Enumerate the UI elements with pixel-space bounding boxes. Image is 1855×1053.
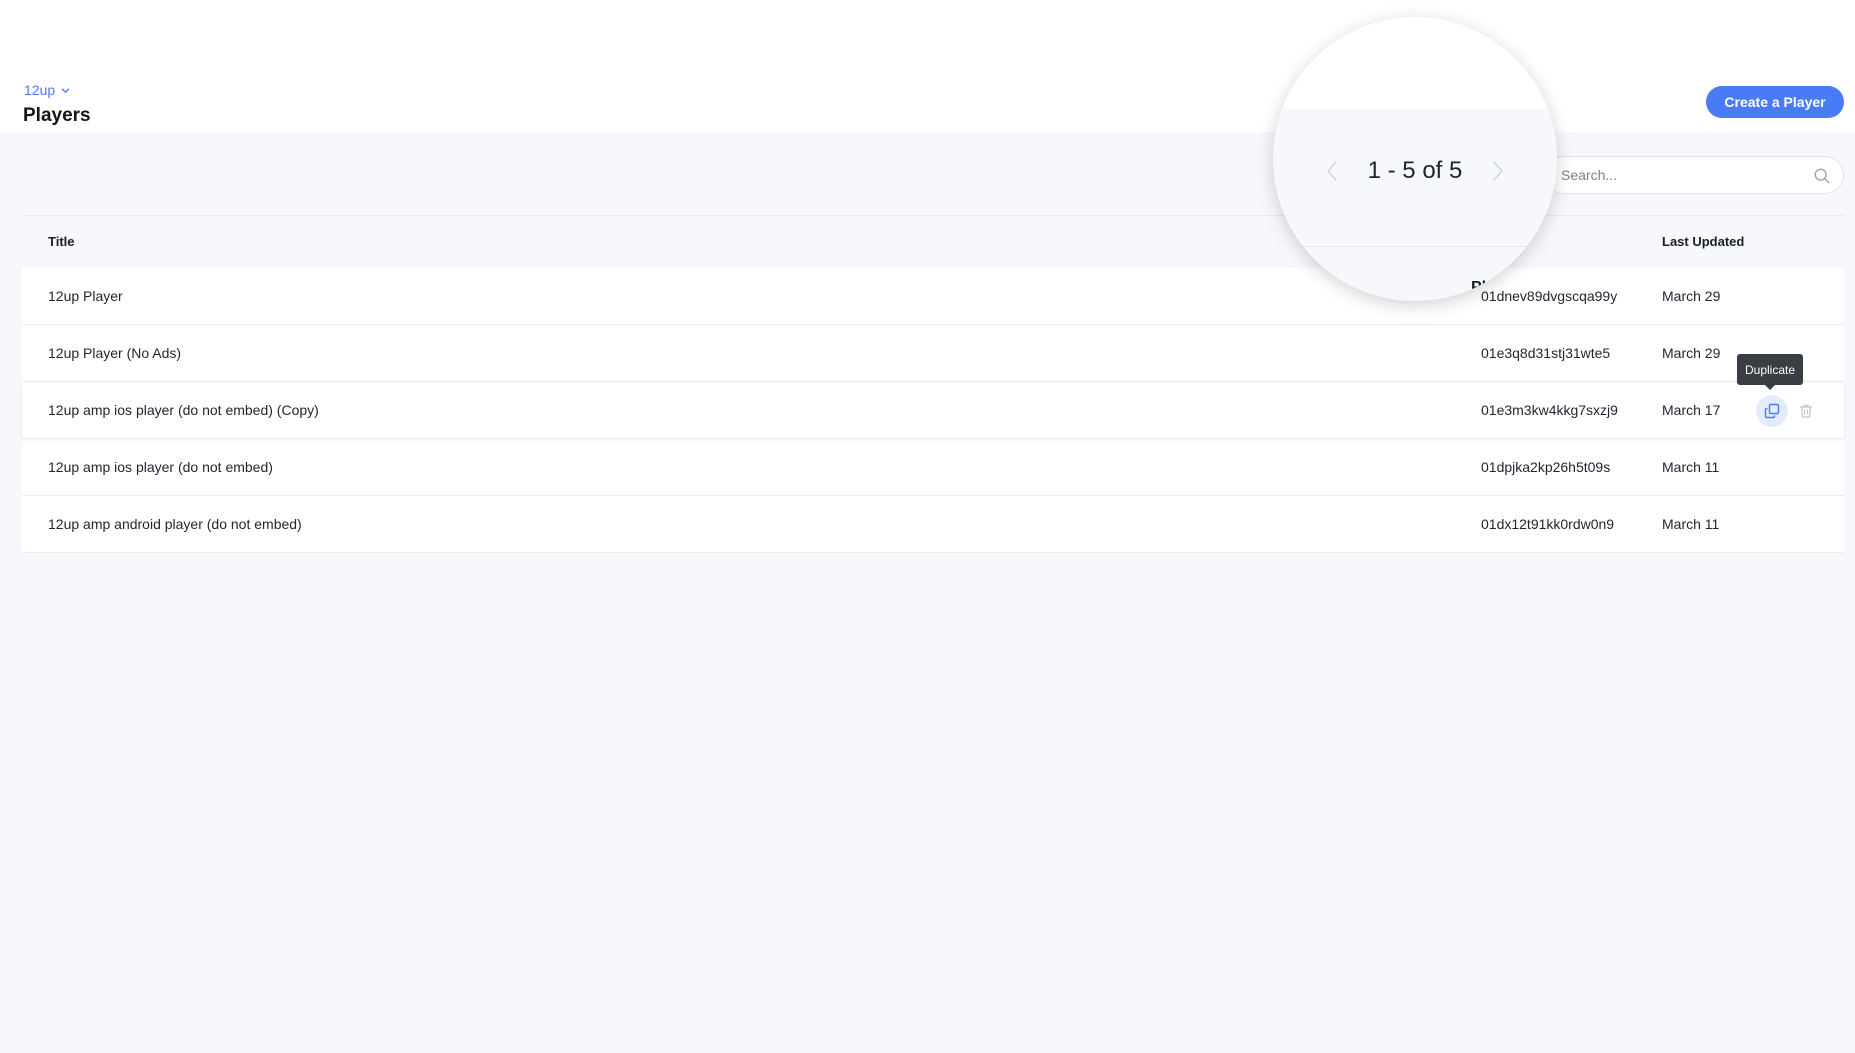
- column-header-title[interactable]: Title: [48, 234, 75, 249]
- row-title[interactable]: 12up Player: [48, 288, 123, 304]
- row-title[interactable]: 12up Player (No Ads): [48, 345, 181, 361]
- duplicate-button[interactable]: [1756, 395, 1788, 427]
- magnifier-lens: 1 - 5 of 5 Pl: [1273, 17, 1557, 301]
- row-last-updated: March 11: [1662, 516, 1720, 532]
- table-row[interactable]: 12up Player 01dnev89dvgscqa99y March 29: [22, 268, 1844, 325]
- row-last-updated: March 29: [1662, 345, 1721, 361]
- delete-button[interactable]: [1790, 395, 1822, 427]
- table-row[interactable]: 12up amp ios player (do not embed) 01dpj…: [22, 439, 1844, 496]
- trash-icon: [1799, 404, 1813, 418]
- players-table: Title ID Last Updated 12up Player 01dnev…: [22, 216, 1844, 553]
- org-switcher[interactable]: 12up: [24, 82, 71, 98]
- row-id: 01e3m3kw4kkg7sxzj9: [1481, 402, 1618, 418]
- row-actions: [1756, 395, 1822, 427]
- pagination: 1 - 5 of 5: [1273, 157, 1557, 185]
- search-icon[interactable]: [1813, 167, 1831, 185]
- table-row[interactable]: 12up Player (No Ads) 01e3q8d31stj31wte5 …: [22, 325, 1844, 382]
- row-last-updated: March 29: [1662, 288, 1721, 304]
- duplicate-icon: [1764, 403, 1780, 419]
- page-title: Players: [23, 105, 91, 126]
- pagination-label: 1 - 5 of 5: [1367, 157, 1463, 184]
- magnified-header-band: [1273, 17, 1557, 109]
- create-player-button[interactable]: Create a Player: [1706, 86, 1844, 118]
- row-title[interactable]: 12up amp android player (do not embed): [48, 516, 302, 532]
- duplicate-tooltip: Duplicate: [1737, 354, 1804, 390]
- page-header: 12up Players Create a Player: [0, 70, 1855, 132]
- row-last-updated: March 11: [1662, 459, 1720, 475]
- column-header-last-updated[interactable]: Last Updated: [1662, 234, 1744, 249]
- table-row[interactable]: 12up amp ios player (do not embed) (Copy…: [22, 382, 1844, 439]
- row-id: 01dpjka2kp26h5t09s: [1481, 459, 1611, 475]
- next-page-button[interactable]: [1488, 158, 1508, 184]
- row-title[interactable]: 12up amp ios player (do not embed): [48, 459, 273, 475]
- magnified-divider: [1273, 246, 1557, 247]
- previous-page-button[interactable]: [1322, 158, 1342, 184]
- table-row[interactable]: 12up amp android player (do not embed) 0…: [22, 496, 1844, 553]
- top-bar: [0, 0, 1855, 70]
- row-id: 01e3q8d31stj31wte5: [1481, 345, 1611, 361]
- row-last-updated: March 17: [1662, 402, 1721, 418]
- magnified-column-fragment: Pl: [1471, 279, 1487, 296]
- chevron-right-icon: [1493, 161, 1504, 181]
- chevron-left-icon: [1326, 161, 1337, 181]
- row-title[interactable]: 12up amp ios player (do not embed) (Copy…: [48, 402, 319, 418]
- table-toolbar: [22, 132, 1844, 216]
- row-id: 01dx12t91kk0rdw0n9: [1481, 516, 1615, 532]
- row-id: 01dnev89dvgscqa99y: [1481, 288, 1618, 304]
- search-input[interactable]: [1561, 157, 1801, 193]
- table-header: Title ID Last Updated: [22, 216, 1844, 268]
- chevron-down-icon: [61, 87, 70, 93]
- search-box[interactable]: [1544, 156, 1844, 194]
- org-name: 12up: [24, 82, 56, 98]
